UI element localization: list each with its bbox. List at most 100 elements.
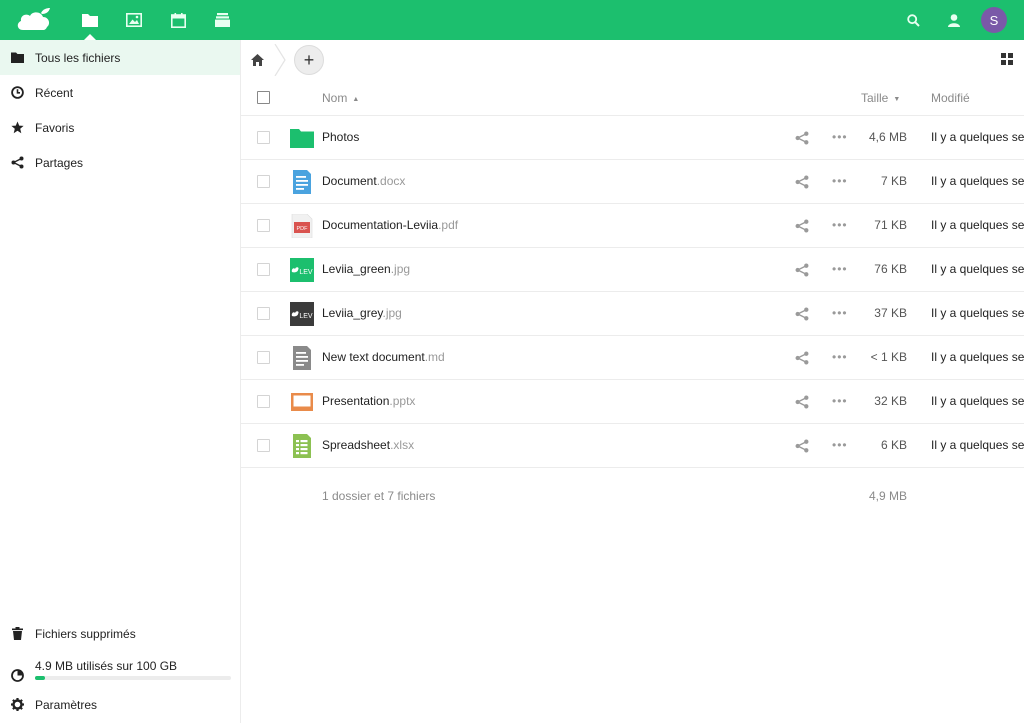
- column-size-header[interactable]: Taille ▼: [861, 91, 900, 105]
- document-icon: [293, 170, 311, 194]
- column-name-header[interactable]: Nom ▲: [322, 91, 359, 105]
- row-checkbox[interactable]: [257, 219, 270, 232]
- file-modified: Il y a quelques secondes: [931, 262, 1024, 276]
- file-extension: .docx: [376, 174, 406, 188]
- sidebar-item-all-files[interactable]: Tous les fichiers: [0, 40, 240, 75]
- file-size: < 1 KB: [870, 350, 907, 364]
- summary-count: 1 dossier et 7 fichiers: [322, 489, 436, 503]
- column-modified-header[interactable]: Modifié: [931, 91, 970, 105]
- pdf-icon: PDF: [291, 214, 313, 238]
- more-actions-icon[interactable]: •••: [832, 130, 848, 144]
- more-actions-icon[interactable]: •••: [832, 350, 848, 364]
- spreadsheet-icon: [293, 434, 311, 458]
- trash-icon: [0, 627, 34, 640]
- file-name[interactable]: Presentation.pptx: [322, 394, 415, 408]
- file-basename: Leviia_green: [322, 262, 391, 276]
- quota-label: 4.9 MB utilisés sur 100 GB: [35, 658, 178, 673]
- file-name[interactable]: Leviia_grey.jpg: [322, 306, 402, 320]
- cloud-logo[interactable]: [14, 6, 54, 34]
- more-actions-icon[interactable]: •••: [832, 306, 848, 320]
- file-basename: Spreadsheet: [322, 438, 391, 452]
- more-actions-icon[interactable]: •••: [832, 262, 848, 276]
- share-icon[interactable]: [795, 263, 809, 277]
- file-modified: Il y a quelques secondes: [931, 394, 1024, 408]
- file-row[interactable]: Photos ••• 4,6 MB Il y a quelques second…: [241, 116, 1024, 160]
- file-row[interactable]: LEV Leviia_green.jpg ••• 76 KB Il y a qu…: [241, 248, 1024, 292]
- quota-bar: [35, 676, 231, 680]
- share-icon[interactable]: [795, 219, 809, 233]
- share-icon[interactable]: [795, 131, 809, 145]
- file-modified: Il y a quelques secondes: [931, 174, 1024, 188]
- file-extension: .pdf: [438, 218, 459, 232]
- file-name[interactable]: New text document.md: [322, 350, 445, 364]
- sidebar-item-label: Fichiers supprimés: [35, 626, 136, 641]
- row-checkbox[interactable]: [257, 131, 270, 144]
- share-icon[interactable]: [795, 351, 809, 365]
- file-row[interactable]: Presentation.pptx ••• 32 KB Il y a quelq…: [241, 380, 1024, 424]
- row-checkbox[interactable]: [257, 263, 270, 276]
- clock-icon: [0, 86, 34, 99]
- row-checkbox[interactable]: [257, 351, 270, 364]
- share-icon[interactable]: [795, 307, 809, 321]
- file-size: 7 KB: [880, 174, 907, 188]
- photos-app-icon[interactable]: [112, 0, 156, 40]
- image-thumbnail-grey: LEV: [290, 302, 314, 326]
- file-size: 6 KB: [880, 438, 907, 452]
- file-row[interactable]: Spreadsheet.xlsx ••• 6 KB Il y a quelque…: [241, 424, 1024, 468]
- row-checkbox[interactable]: [257, 395, 270, 408]
- file-name[interactable]: Spreadsheet.xlsx: [322, 438, 414, 452]
- file-row[interactable]: New text document.md ••• < 1 KB Il y a q…: [241, 336, 1024, 380]
- files-toolbar: +: [241, 40, 1024, 80]
- more-actions-icon[interactable]: •••: [832, 438, 848, 452]
- row-checkbox[interactable]: [257, 307, 270, 320]
- file-basename: Document: [322, 174, 377, 188]
- calendar-app-icon[interactable]: [156, 0, 200, 40]
- column-modified-label: Modifié: [931, 91, 970, 105]
- file-modified: Il y a quelques secondes: [931, 218, 1024, 232]
- contacts-icon[interactable]: [944, 10, 964, 30]
- file-basename: Photos: [322, 130, 360, 144]
- share-icon[interactable]: [795, 395, 809, 409]
- sidebar: Tous les fichiers Récent Favoris Partage…: [0, 40, 241, 723]
- file-extension: .jpg: [390, 262, 411, 276]
- sidebar-item-shares[interactable]: Partages: [0, 145, 240, 180]
- more-actions-icon[interactable]: •••: [832, 394, 848, 408]
- user-avatar[interactable]: S: [981, 7, 1007, 33]
- share-icon[interactable]: [795, 439, 809, 453]
- search-icon[interactable]: [903, 10, 923, 30]
- share-icon[interactable]: [795, 175, 809, 189]
- select-all-checkbox[interactable]: [257, 91, 270, 104]
- folder-icon: [290, 129, 314, 148]
- file-extension: .pptx: [389, 394, 416, 408]
- deck-app-icon[interactable]: [200, 0, 244, 40]
- more-actions-icon[interactable]: •••: [832, 174, 848, 188]
- file-row[interactable]: LEV Leviia_grey.jpg ••• 37 KB Il y a que…: [241, 292, 1024, 336]
- file-name[interactable]: Photos: [322, 130, 359, 144]
- column-size-label: Taille: [861, 91, 889, 105]
- file-name[interactable]: Documentation-Leviia.pdf: [322, 218, 458, 232]
- file-row[interactable]: PDF Documentation-Leviia.pdf ••• 71 KB I…: [241, 204, 1024, 248]
- file-name[interactable]: Document.docx: [322, 174, 405, 188]
- more-actions-icon[interactable]: •••: [832, 218, 848, 232]
- thumbnail-logo-text: LEV: [299, 313, 313, 320]
- new-file-button[interactable]: +: [294, 45, 324, 75]
- row-checkbox[interactable]: [257, 439, 270, 452]
- home-icon[interactable]: [251, 50, 267, 70]
- presentation-icon: [291, 393, 313, 411]
- sidebar-item-recent[interactable]: Récent: [0, 75, 240, 110]
- files-main: + Nom ▲ Taille ▼ Modifié Photos ••• 4,6 MB…: [241, 40, 1024, 723]
- row-checkbox[interactable]: [257, 175, 270, 188]
- sidebar-item-deleted-files[interactable]: Fichiers supprimés: [0, 616, 240, 651]
- file-extension: .md: [424, 350, 445, 364]
- top-header: S: [0, 0, 1024, 40]
- file-size: 76 KB: [874, 262, 907, 276]
- file-size: 32 KB: [874, 394, 907, 408]
- sidebar-item-favorites[interactable]: Favoris: [0, 110, 240, 145]
- sidebar-item-settings[interactable]: Paramètres: [0, 687, 240, 722]
- sidebar-quota: 4.9 MB utilisés sur 100 GB: [0, 652, 240, 687]
- file-name[interactable]: Leviia_green.jpg: [322, 262, 410, 276]
- grid-view-icon[interactable]: [1000, 52, 1014, 66]
- star-icon: [0, 121, 34, 134]
- file-row[interactable]: Document.docx ••• 7 KB Il y a quelques s…: [241, 160, 1024, 204]
- files-app-icon[interactable]: [68, 0, 112, 40]
